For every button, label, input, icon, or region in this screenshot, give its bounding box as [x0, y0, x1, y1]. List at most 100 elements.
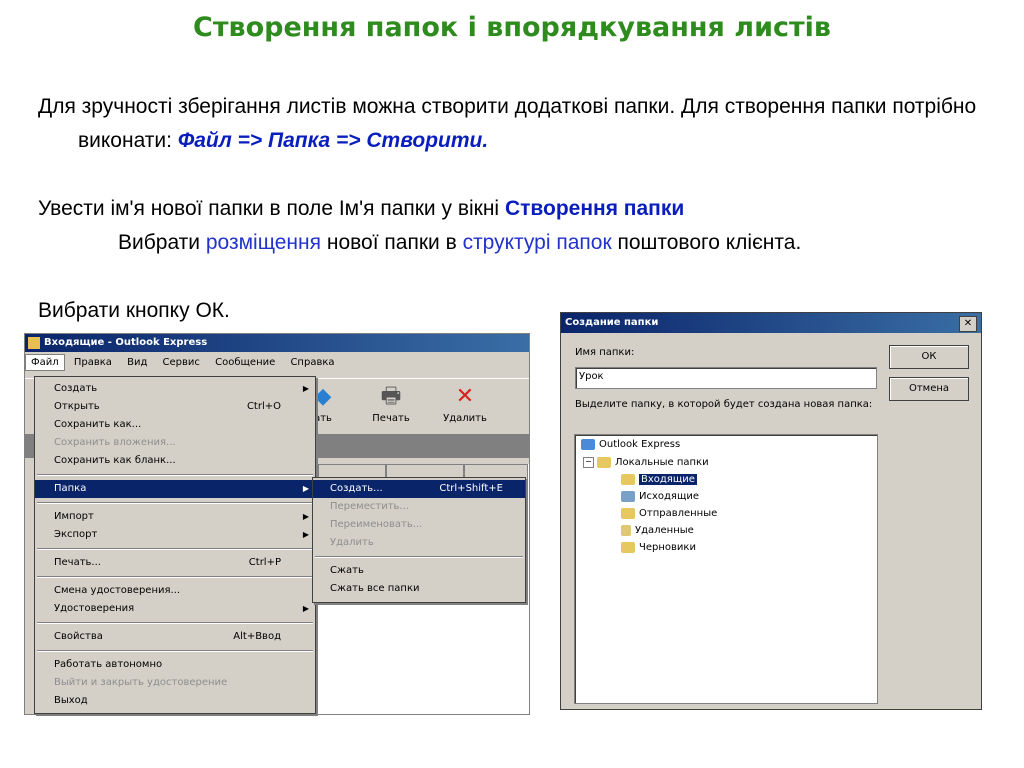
submenu-item-create[interactable]: Создать... Ctrl+Shift+E — [313, 480, 525, 498]
folder-name-input[interactable]: Урок — [575, 367, 877, 389]
menu-separator — [37, 622, 313, 624]
file-menu-item[interactable]: Печать... Ctrl+P — [35, 554, 315, 572]
trash-folder-icon — [621, 524, 631, 536]
cancel-button[interactable]: Отмена — [889, 377, 969, 401]
folder-structure-link[interactable]: структурі папок — [463, 231, 612, 254]
location-label: Выделите папку, в которой будет создана … — [575, 399, 873, 410]
menu-item-label: Создать... — [330, 483, 383, 494]
collapse-icon[interactable]: − — [583, 456, 594, 468]
tree-node-outlook-express[interactable]: Outlook Express — [581, 437, 680, 453]
menu-separator — [37, 576, 313, 578]
folder-name-label: Имя папки: — [575, 347, 635, 358]
outlook-window-title: Входящие - Outlook Express — [44, 337, 208, 348]
menu-edit[interactable]: Правка — [68, 354, 118, 371]
ok-button[interactable]: ОК — [889, 345, 969, 369]
menu-item-shortcut: Ctrl+Shift+E — [439, 483, 503, 494]
paragraph-4-text: Вибрати кнопку ОК. — [38, 299, 230, 322]
menu-item-label: Сжать все папки — [330, 583, 420, 594]
menu-item-label: Свойства — [54, 631, 103, 642]
folder-submenu: Создать... Ctrl+Shift+E Переместить... Пе… — [312, 477, 526, 603]
toolbar-print-button[interactable]: 🖶 Печать — [363, 385, 419, 425]
tree-node-label: Отправленные — [639, 508, 718, 519]
paragraph-3-text-a: Вибрати — [118, 231, 206, 254]
submenu-arrow-icon: ▶ — [302, 604, 309, 613]
dialog-title: Создание папки — [565, 317, 659, 328]
menu-item-label: Папка — [54, 483, 87, 494]
submenu-item[interactable]: Сжать все папки — [313, 580, 525, 598]
menu-item-label: Сохранить вложения... — [54, 437, 176, 448]
close-button[interactable]: ✕ — [959, 316, 977, 332]
outbox-folder-icon — [621, 490, 635, 502]
tree-node-local-folders[interactable]: − Локальные папки — [583, 455, 709, 471]
file-menu-item[interactable]: Создать ▶ — [35, 380, 315, 398]
tree-node-outbox[interactable]: Исходящие — [621, 489, 699, 505]
menu-item-label: Переместить... — [330, 501, 409, 512]
submenu-arrow-icon: ▶ — [302, 384, 309, 393]
file-menu-item-folder[interactable]: Папка ▶ — [35, 480, 315, 498]
tree-node-label: Удаленные — [635, 525, 694, 536]
menu-view[interactable]: Вид — [121, 354, 153, 371]
file-menu-item[interactable]: Сохранить как... — [35, 416, 315, 434]
menu-item-shortcut: Alt+Ввод — [233, 631, 281, 642]
delete-icon: ✕ — [455, 384, 475, 409]
menu-item-label: Работать автономно — [54, 659, 163, 670]
submenu-item: Удалить — [313, 534, 525, 552]
file-menu-item[interactable]: Импорт ▶ — [35, 508, 315, 526]
tree-node-deleted[interactable]: Удаленные — [621, 523, 694, 539]
toolbar-print-label: Печать — [372, 413, 410, 424]
file-menu-item[interactable]: Удостоверения ▶ — [35, 600, 315, 618]
file-menu-item[interactable]: Экспорт ▶ — [35, 526, 315, 544]
menu-help[interactable]: Справка — [284, 354, 340, 371]
menu-item-shortcut: Ctrl+O — [246, 401, 281, 412]
outlook-app-icon — [28, 337, 40, 349]
paragraph-1: Для зручності зберігання листів можна ст… — [38, 90, 978, 158]
paragraph-3-text-b: нової папки в — [321, 231, 463, 254]
file-menu-item[interactable]: Работать автономно — [35, 656, 315, 674]
submenu-item: Переместить... — [313, 498, 525, 516]
outlook-titlebar: Входящие - Outlook Express — [25, 334, 529, 352]
paragraph-4: Вибрати кнопку ОК. — [38, 294, 638, 328]
slide-title: Створення папок і впорядкування листів — [193, 12, 831, 43]
paragraph-3-text-c: поштового клієнта. — [611, 231, 802, 254]
menu-item-label: Выход — [54, 695, 88, 706]
folder-tree[interactable]: Outlook Express − Локальные папки Входящи… — [574, 434, 878, 704]
tree-node-inbox[interactable]: Входящие — [621, 472, 697, 488]
tree-node-label: Outlook Express — [599, 439, 681, 450]
menu-tools[interactable]: Сервис — [157, 354, 206, 371]
file-menu-item[interactable]: Выход — [35, 692, 315, 710]
paragraph-3: Вибрати розміщення нової папки в структу… — [38, 226, 978, 260]
submenu-item[interactable]: Сжать — [313, 562, 525, 580]
file-menu-item[interactable]: Свойства Alt+Ввод — [35, 628, 315, 646]
outlook-icon — [581, 438, 595, 450]
outlook-menubar: Файл Правка Вид Сервис Сообщение Справка — [25, 354, 529, 372]
menu-item-label: Открыть — [54, 401, 100, 412]
location-link[interactable]: розміщення — [206, 231, 321, 254]
tree-node-label: Исходящие — [639, 491, 700, 502]
dialog-name-highlight: Створення папки — [504, 197, 685, 220]
file-menu-item[interactable]: Сохранить как бланк... — [35, 452, 315, 470]
menu-item-label: Удалить — [330, 537, 374, 548]
sent-folder-icon — [621, 507, 635, 519]
menu-separator — [37, 548, 313, 550]
menu-separator — [37, 474, 313, 476]
menu-item-label: Импорт — [54, 511, 94, 522]
file-menu-item[interactable]: Открыть Ctrl+O — [35, 398, 315, 416]
menu-item-label: Переименовать... — [330, 519, 423, 530]
menu-path-highlight: Файл => Папка => Створити. — [177, 129, 489, 152]
inbox-folder-icon — [621, 473, 635, 485]
menu-item-shortcut: Ctrl+P — [248, 557, 281, 568]
tree-node-sent[interactable]: Отправленные — [621, 506, 717, 522]
menu-item-label: Сохранить как... — [54, 419, 142, 430]
file-menu-item[interactable]: Смена удостоверения... — [35, 582, 315, 600]
menu-separator — [37, 650, 313, 652]
menu-item-label: Сохранить как бланк... — [54, 455, 176, 466]
menu-message[interactable]: Сообщение — [209, 354, 281, 371]
menu-item-label: Смена удостоверения... — [54, 585, 181, 596]
menu-item-label: Выйти и закрыть удостоверение — [54, 677, 228, 688]
toolbar-delete-button[interactable]: ✕ Удалить — [437, 384, 493, 425]
tree-node-drafts[interactable]: Черновики — [621, 540, 696, 556]
menu-item-label: Удостоверения — [54, 603, 135, 614]
menu-item-label: Печать... — [54, 557, 101, 568]
file-menu-item: Выйти и закрыть удостоверение — [35, 674, 315, 692]
menu-file[interactable]: Файл — [25, 354, 65, 371]
